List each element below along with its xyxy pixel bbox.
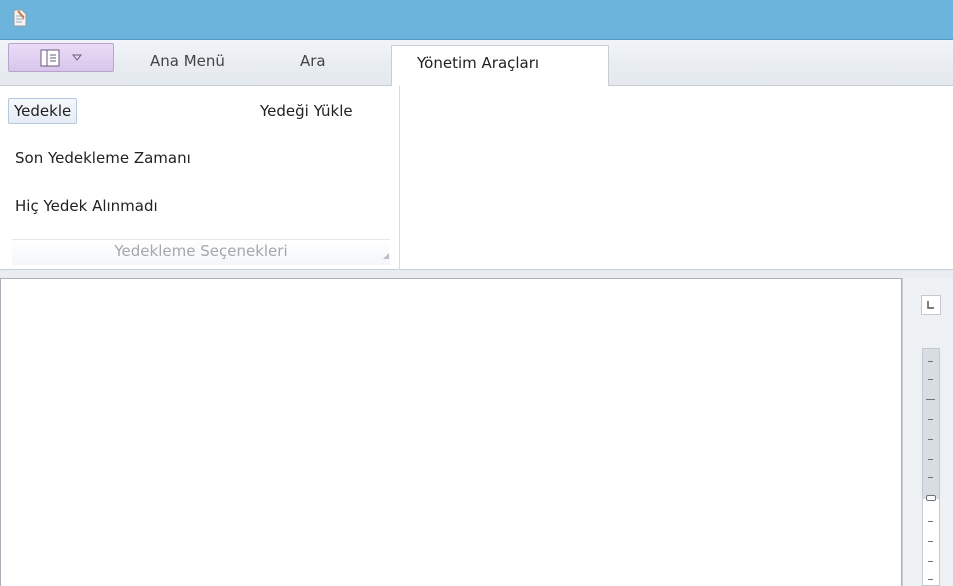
tab-ana-menu[interactable]: Ana Menü bbox=[150, 52, 225, 70]
ruler-tick bbox=[928, 379, 933, 380]
dialog-launcher-icon[interactable] bbox=[382, 252, 390, 260]
indent-marker[interactable] bbox=[926, 495, 936, 501]
ribbon-separator bbox=[0, 270, 953, 278]
document-editor[interactable] bbox=[0, 278, 902, 586]
ruler-tick bbox=[928, 561, 933, 562]
ruler-tick bbox=[928, 419, 933, 420]
ruler-tick bbox=[926, 399, 935, 400]
layout-panel-icon bbox=[40, 49, 60, 66]
ruler-tick bbox=[928, 477, 933, 478]
ruler-tick bbox=[928, 459, 933, 460]
vertical-ruler-panel bbox=[902, 278, 953, 586]
title-bar bbox=[0, 0, 953, 40]
document-icon[interactable] bbox=[12, 9, 28, 27]
last-backup-value: Hiç Yedek Alınmadı bbox=[15, 197, 158, 215]
tab-yonetim-araclari[interactable]: Yönetim Araçları bbox=[391, 45, 609, 87]
last-backup-label: Son Yedekleme Zamanı bbox=[15, 149, 191, 167]
restore-backup-button[interactable]: Yedeği Yükle bbox=[255, 99, 358, 123]
backup-button[interactable]: Yedekle bbox=[8, 98, 78, 124]
app-menu-button[interactable] bbox=[8, 43, 114, 72]
vertical-ruler[interactable] bbox=[922, 348, 940, 586]
ribbon-panel: Yedekle Yedeği Yükle Son Yedekleme Zaman… bbox=[0, 86, 953, 270]
ruler-tick bbox=[928, 439, 933, 440]
chevron-down-icon bbox=[72, 54, 82, 61]
ribbon-tab-bar: Ana Menü Ara Yönetim Araçları bbox=[0, 40, 953, 87]
ruler-tick bbox=[928, 579, 933, 580]
tab-yonetim-araclari-label: Yönetim Araçları bbox=[417, 54, 540, 72]
ribbon-group-backup-options: Yedekle Yedeği Yükle Son Yedekleme Zaman… bbox=[0, 86, 400, 270]
ruler-tick bbox=[928, 521, 933, 522]
left-tab-icon[interactable] bbox=[921, 295, 941, 315]
group-label: Yedekleme Seçenekleri bbox=[12, 239, 390, 265]
ruler-tick bbox=[928, 541, 933, 542]
tab-ara[interactable]: Ara bbox=[300, 52, 326, 70]
ruler-tick bbox=[928, 361, 933, 362]
